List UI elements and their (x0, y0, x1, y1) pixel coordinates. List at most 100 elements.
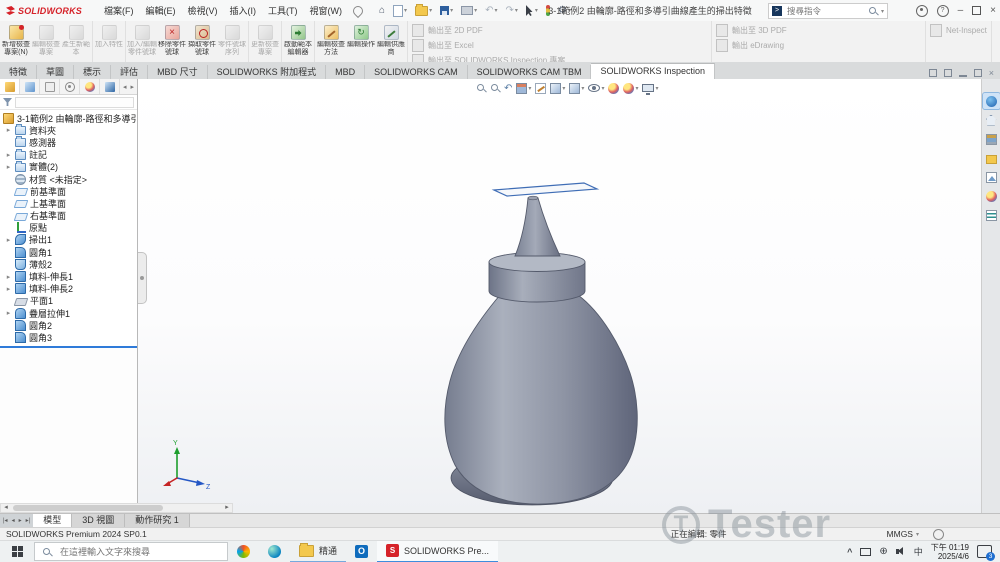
command-tab-mbd-尺寸[interactable]: MBD 尺寸 (148, 65, 208, 79)
doc-tab-3d-視圖[interactable]: 3D 視圖 (72, 514, 126, 527)
doc-tab-模型[interactable]: 模型 (33, 514, 73, 527)
command-tab-solidworks-cam[interactable]: SOLIDWORKS CAM (365, 65, 468, 79)
performance-evaluation-button[interactable] (543, 2, 553, 19)
menu-item-1[interactable]: 編輯(E) (140, 4, 182, 17)
doc-tab-動作研究-1[interactable]: 動作研究 1 (125, 514, 190, 527)
home-button[interactable]: ⌂ (376, 2, 388, 19)
apply-scene-button[interactable]: ▾ (623, 82, 638, 94)
zoom-to-area-button[interactable] (490, 83, 500, 93)
tree-item-8[interactable]: 原點 (0, 222, 137, 234)
expand-arrow-icon[interactable]: ▸ (5, 273, 12, 281)
section-view-button[interactable]: ▾ (516, 82, 531, 94)
status-tag-icon[interactable] (933, 528, 944, 540)
expand-arrow-icon[interactable]: ▸ (5, 151, 12, 159)
minimize-button[interactable]: – (958, 5, 964, 16)
expand-arrow-icon[interactable]: ▸ (5, 309, 12, 317)
taskbar-app-outlook[interactable] (346, 541, 377, 562)
last-tab-icon[interactable]: ▸| (25, 517, 32, 524)
print-button[interactable]: ▾ (458, 2, 480, 19)
filter-input[interactable] (15, 96, 134, 108)
task-pane-tab-view-palette[interactable] (983, 169, 1000, 185)
menu-item-3[interactable]: 插入(I) (224, 4, 263, 17)
menu-item-5[interactable]: 視窗(W) (304, 4, 349, 17)
search-caret-icon[interactable]: ▾ (881, 8, 884, 15)
graphics-area[interactable]: ↶ ▾ ▾ ▾ ▾ ▾ ▾ Y Z (138, 79, 981, 513)
minimize-document-icon[interactable] (958, 70, 967, 77)
clock[interactable]: 下午 01:19 2025/4/6 (931, 543, 969, 561)
prev-tab-icon[interactable]: ◂ (11, 517, 16, 524)
open-document-button[interactable]: ▾ (412, 2, 435, 19)
view-settings-button[interactable]: ▾ (642, 84, 658, 95)
restore-button[interactable] (972, 6, 982, 15)
tree-item-0[interactable]: ▸ 資料夾 (0, 124, 137, 136)
command-tab-solidworks-inspection[interactable]: SOLIDWORKS Inspection (591, 63, 716, 79)
taskbar-app-copilot[interactable] (228, 541, 259, 562)
expand-arrow-icon[interactable]: ▸ (5, 126, 12, 134)
display-style-button[interactable]: ▾ (569, 82, 584, 94)
network-icon[interactable]: ⊕ (879, 546, 887, 557)
tree-item-15[interactable]: ▸ 疊層拉伸1 (0, 307, 137, 319)
task-pane-tab-3dexperience[interactable] (981, 92, 1000, 110)
command-tab-特徵[interactable]: 特徵 (0, 65, 38, 79)
panel-tab-scroll-right-icon[interactable]: ▸ (131, 83, 135, 91)
ribbon-button-edit-supplier[interactable]: 編輯供應商 (376, 23, 406, 57)
ribbon-button-launch-template-editor[interactable]: 啟動範本編輯器 (283, 23, 313, 57)
menu-item-2[interactable]: 檢視(V) (182, 4, 224, 17)
scroll-left-icon[interactable]: ◂ (1, 504, 11, 512)
next-tab-icon[interactable]: ▸ (18, 517, 23, 524)
tree-filter[interactable] (0, 95, 137, 110)
zoom-to-fit-button[interactable] (476, 83, 486, 93)
tree-item-11[interactable]: 薄殼2 (0, 258, 137, 270)
panel-flyout-handle[interactable] (138, 252, 147, 304)
sketch-plane-outline[interactable] (491, 182, 600, 197)
command-tab-solidworks-附加程式[interactable]: SOLIDWORKS 附加程式 (207, 65, 327, 79)
scrollbar-thumb[interactable] (13, 505, 163, 511)
command-tab-solidworks-cam-tbm[interactable]: SOLIDWORKS CAM TBM (467, 65, 592, 79)
close-button[interactable]: × (990, 5, 996, 16)
expand-arrow-icon[interactable]: ▸ (5, 236, 12, 244)
tree-item-4[interactable]: 材質 <未指定> (0, 173, 137, 185)
tree-item-10[interactable]: 圓角1 (0, 246, 137, 258)
command-tab-mbd[interactable]: MBD (326, 65, 366, 79)
tree-item-3[interactable]: ▸ 實體(2) (0, 160, 137, 173)
task-pane-tab-solidworks-resources[interactable] (983, 112, 1000, 128)
model-body[interactable] (444, 195, 638, 506)
help-icon[interactable] (936, 4, 949, 17)
scroll-right-icon[interactable]: ▸ (222, 504, 232, 512)
taskbar-search[interactable] (34, 542, 228, 561)
options-gear-button[interactable]: ⚙ ▾ (555, 2, 574, 19)
task-pane-tab-file-explorer[interactable] (983, 150, 1000, 166)
ribbon-button-edit-operation[interactable]: 編輯操作 (346, 23, 376, 49)
panel-tab-featuremanager[interactable] (0, 79, 20, 94)
tree-item-16[interactable]: 圓角2 (0, 319, 137, 331)
command-tab-草圖[interactable]: 草圖 (37, 65, 75, 79)
start-button[interactable] (0, 541, 34, 562)
menu-item-4[interactable]: 工具(T) (262, 4, 304, 17)
ribbon-button-new-inspection-project[interactable]: 新增檢查專案(N) (1, 23, 31, 57)
tree-root-item[interactable]: 3-1範例2 由輪廓-路徑和多導引曲線產生的掃出特徵 (0, 112, 137, 124)
command-search[interactable]: > ▾ (768, 3, 888, 19)
select-cursor-button[interactable]: ▾ (523, 2, 541, 19)
tree-item-9[interactable]: ▸ 掃出1 (0, 234, 137, 246)
tree-item-5[interactable]: 前基準面 (0, 185, 137, 197)
tree-item-13[interactable]: ▸ 填料-伸長2 (0, 283, 137, 295)
command-tab-評估[interactable]: 評估 (111, 65, 149, 79)
view-orientation-button[interactable]: ▾ (550, 82, 565, 94)
hidden-icons-chevron[interactable]: ^ (847, 547, 852, 557)
first-tab-icon[interactable]: |◂ (2, 517, 9, 524)
close-document-icon[interactable]: × (989, 69, 994, 78)
previous-view-button[interactable]: ↶ (504, 83, 512, 94)
panel-tab-inspection[interactable] (100, 79, 120, 94)
taskbar-app-edge[interactable] (259, 541, 290, 562)
redo-button[interactable]: ↷ ▾ (503, 2, 521, 19)
task-pane-tab-custom-properties[interactable] (983, 207, 1000, 223)
taskbar-app-solidworks[interactable]: SOLIDWORKS Pre... (377, 540, 499, 562)
tree-item-2[interactable]: ▸ 註記 (0, 148, 137, 161)
tree-item-17[interactable]: 圓角3 (0, 331, 137, 343)
task-pane-tab-design-library[interactable] (983, 131, 1000, 147)
tree-item-7[interactable]: 右基準面 (0, 210, 137, 222)
search-input[interactable] (785, 5, 865, 17)
ime-indicator[interactable]: 中 (914, 545, 923, 558)
tree-item-6[interactable]: 上基準面 (0, 197, 137, 209)
previous-window-icon[interactable] (928, 69, 937, 77)
